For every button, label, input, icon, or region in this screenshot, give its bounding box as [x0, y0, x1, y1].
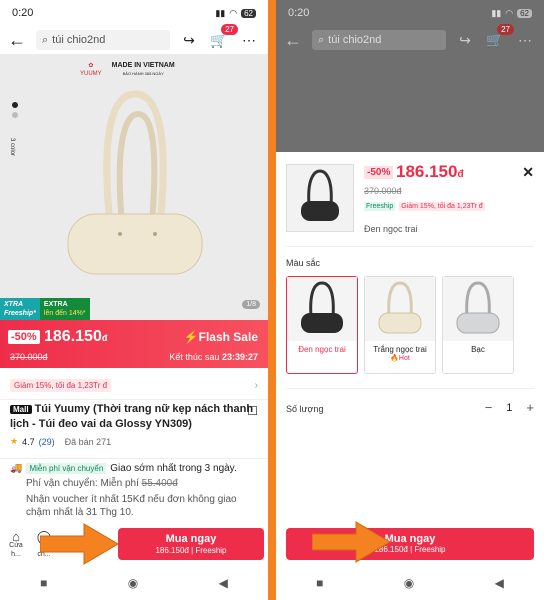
original-price: 370.000đ: [364, 186, 402, 196]
color-dot: [12, 102, 18, 108]
voucher-chip: Giảm 15%, tối đa 1,23Tr đ: [10, 379, 112, 392]
quantity-value[interactable]: 1: [506, 402, 512, 414]
back-icon[interactable]: ◀: [495, 576, 504, 590]
shipping-info[interactable]: 🚚 Miễn phí vận chuyển Giao sớm nhất tron…: [0, 458, 268, 523]
product-title: Mall Túi Yuumy (Thời trang nữ kẹp nách th…: [10, 403, 254, 430]
battery-icon: 62: [517, 8, 532, 18]
original-price: 370.000đ: [10, 352, 48, 362]
top-bar: ← ⌕ túi chio2nd ↪ 🛒 27 ⋯: [0, 23, 268, 54]
variant-selector-screen: 0:20 ▮▮ ◠ 62 ← ⌕ túi chio2nd ↪ 🛒 27 ⋯ -50% …: [276, 0, 544, 600]
orange-arrow-icon: [312, 521, 391, 563]
variant-bottom-sheet: -50% 186.150đ 370.000đ Freeship Giảm 15%…: [276, 152, 544, 566]
buy-now-button[interactable]: Mua ngay 186.150đ | Freeship: [118, 528, 264, 560]
delivery-text: Giao sớm nhất trong 3 ngày.: [110, 463, 237, 474]
cart-icon[interactable]: 🛒 27: [208, 23, 238, 49]
flash-sale-title: ⚡Flash Sale: [183, 330, 258, 344]
shop-icon: ⌂: [12, 528, 20, 544]
battery-icon: 62: [241, 8, 256, 18]
shipping-voucher-note: Nhận voucher ít nhất 15Kđ nếu đơn không …: [26, 494, 237, 518]
sold-count: Đã bán 271: [64, 436, 112, 447]
home-icon[interactable]: ◉: [128, 576, 138, 590]
shop-button[interactable]: ⌂ Cửa h...: [4, 528, 28, 559]
variant-option-black[interactable]: Đen ngọc trai: [286, 276, 358, 374]
mall-badge: Mall: [10, 405, 32, 414]
status-time: 0:20: [12, 7, 34, 19]
selected-variant-thumbnail[interactable]: [286, 164, 354, 232]
dimmed-background[interactable]: 0:20 ▮▮ ◠ 62 ← ⌕ túi chio2nd ↪ 🛒 27 ⋯: [276, 0, 544, 152]
share-icon[interactable]: ↪: [178, 32, 200, 49]
product-page-screen: 0:20 ▮▮ ◠ 62 ← ⌕ túi chio2nd ↪ 🛒 27 ⋯ ✿ YU…: [0, 0, 268, 600]
search-icon: ⌕: [318, 33, 325, 46]
search-input[interactable]: ⌕ túi chio2nd: [36, 30, 170, 50]
wifi-icon: ◠: [505, 7, 514, 18]
minus-icon[interactable]: −: [485, 400, 493, 415]
hot-badge: 🔥Hot: [390, 355, 410, 362]
shop-voucher-row[interactable]: Giảm 15%, tối đa 1,23Tr đ ›: [0, 372, 268, 400]
image-pager: 1/8: [242, 300, 260, 309]
status-time: 0:20: [288, 7, 310, 19]
star-icon: ★: [10, 436, 19, 446]
orange-arrow-icon: [40, 523, 119, 565]
color-count: 3 color: [9, 138, 15, 157]
more-icon[interactable]: ⋯: [514, 32, 536, 49]
quantity-label: Số lượng: [286, 404, 324, 414]
made-in-vietnam-label: MADE IN VIETNAM BẢO HÀNH 365 NGÀY: [111, 62, 175, 76]
search-text: túi chio2nd: [52, 34, 106, 46]
more-icon[interactable]: ⋯: [238, 32, 260, 49]
divider: [286, 246, 534, 247]
recents-icon[interactable]: ■: [316, 576, 323, 590]
color-dot: [12, 112, 18, 118]
recents-icon[interactable]: ■: [40, 576, 47, 590]
back-arrow-icon[interactable]: ←: [284, 30, 304, 51]
back-arrow-icon[interactable]: ←: [8, 30, 28, 51]
variant-option-silver[interactable]: Bạc: [442, 276, 514, 374]
system-nav-bar: ■ ◉ ◀: [276, 566, 544, 600]
close-icon[interactable]: ✕: [522, 164, 534, 181]
product-info: Mall Túi Yuumy (Thời trang nữ kẹp nách th…: [0, 402, 268, 447]
lightning-icon: ⚡: [183, 330, 199, 344]
rating-value: 4.7: [22, 436, 35, 447]
discount-tag: -50%: [364, 166, 394, 179]
share-icon[interactable]: ↪: [454, 32, 476, 49]
flash-countdown: Kết thúc sau 23:39:27: [169, 352, 258, 362]
variant-price: 186.150đ: [396, 162, 464, 181]
voucher-chip: Giảm 15%, tối đa 1,23Tr đ: [399, 202, 485, 211]
wifi-icon: ◠: [229, 7, 238, 18]
rating-row[interactable]: ★ 4.7 (29) Đã bán 271: [10, 436, 258, 447]
divider: [286, 388, 534, 389]
truck-icon: 🚚: [10, 463, 23, 474]
quantity-stepper: − 1 +: [485, 400, 534, 415]
home-icon[interactable]: ◉: [404, 576, 414, 590]
shipping-fee: Phí vận chuyển: Miễn phí 55.400đ: [26, 478, 178, 489]
signal-icon: ▮▮: [491, 7, 502, 18]
variant-option-white[interactable]: Trắng ngọc trai 🔥Hot: [364, 276, 436, 374]
freeship-tag: Freeship: [364, 202, 396, 211]
review-count: (29): [38, 436, 55, 447]
flash-price: 186.150đ: [44, 328, 108, 345]
color-dots: [12, 102, 18, 118]
back-icon[interactable]: ◀: [219, 576, 228, 590]
system-nav-bar: ■ ◉ ◀: [0, 566, 268, 600]
cart-badge: 27: [221, 23, 238, 35]
flash-sale-banner[interactable]: -50% 186.150đ 370.000đ ⚡Flash Sale Kết t…: [0, 320, 268, 368]
search-input[interactable]: ⌕ túi chio2nd: [312, 30, 446, 50]
status-bar: 0:20 ▮▮ ◠ 62: [0, 0, 268, 26]
signal-icon: ▮▮: [215, 7, 226, 18]
cart-icon[interactable]: 🛒 27: [484, 23, 514, 49]
bookmark-icon[interactable]: ☐: [247, 404, 258, 418]
free-shipping-tag: Miễn phí vận chuyển: [26, 463, 107, 474]
search-icon: ⌕: [42, 33, 49, 46]
selected-variant-name: Đen ngọc trai: [364, 224, 418, 234]
plus-icon[interactable]: +: [526, 400, 534, 415]
color-section-label: Màu sắc: [286, 258, 321, 268]
fire-icon: 🔥: [390, 355, 399, 362]
discount-tag: -50%: [8, 330, 40, 344]
product-image-carousel[interactable]: ✿ YUUMY MADE IN VIETNAM BẢO HÀNH 365 NGÀY …: [0, 54, 268, 324]
brand-logo: ✿ YUUMY: [80, 63, 102, 77]
chevron-right-icon: ›: [254, 380, 258, 391]
bag-image: [67, 90, 203, 275]
